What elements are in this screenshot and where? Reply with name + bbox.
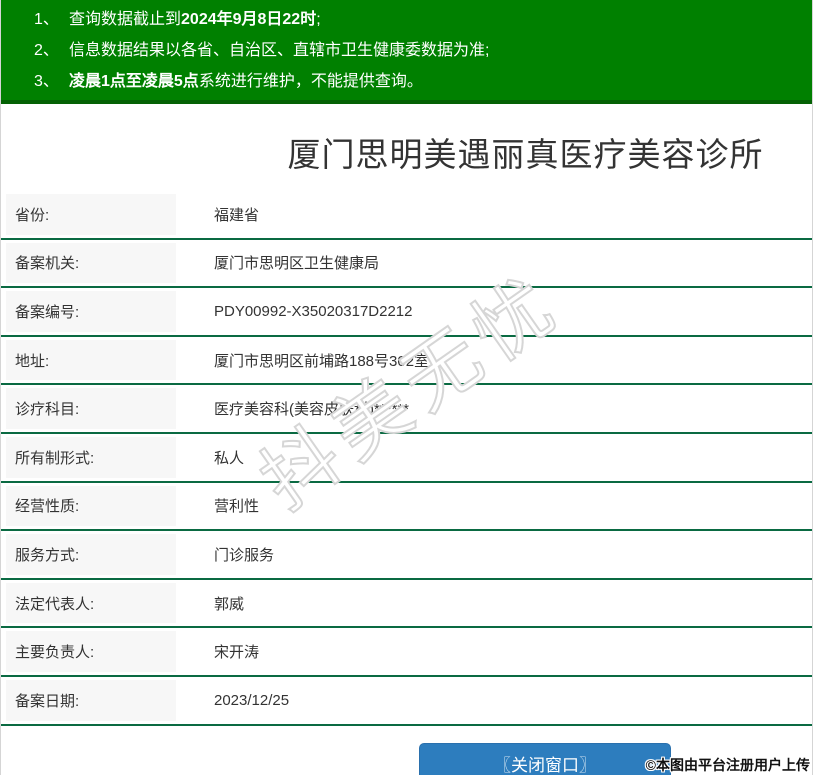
table-row-address: 地址: 厦门市思明区前埔路188号302室 <box>1 337 812 386</box>
row-value: 私人 <box>214 449 245 467</box>
row-value: 福建省 <box>214 206 260 224</box>
row-value: PDY00992-X35020317D2212 <box>214 302 413 320</box>
row-value: 厦门市思明区前埔路188号302室 <box>214 352 430 370</box>
row-value: 郭威 <box>214 595 245 613</box>
notice-line-text: 信息数据结果以各省、自治区、直辖市卫生健康委数据为准; <box>69 42 490 59</box>
notice-line-text: 查询数据截止到 <box>69 11 182 28</box>
row-label: 备案机关: <box>6 242 176 284</box>
notice-line-tail: 系统进行维护，不能提供查询。 <box>198 73 423 90</box>
row-value: 厦门市思明区卫生健康局 <box>214 255 380 273</box>
notice-line-number: 1、 <box>34 11 59 28</box>
page-title: 厦门思明美遇丽真医疗美容诊所 <box>287 136 764 173</box>
backup-record-page: 1、 查询数据截止到2024年9月8日22时; 2、 信息数据结果以各省、自治区、直… <box>0 0 813 775</box>
notice-line-bold: 2024年9月8日22时 <box>181 11 317 28</box>
row-label: 备案编号: <box>6 291 176 332</box>
row-label: 地址: <box>6 339 176 381</box>
row-value: 营利性 <box>214 498 260 516</box>
table-row-service-mode: 服务方式: 门诊服务 <box>1 531 812 580</box>
row-label: 备案日期: <box>6 679 176 721</box>
detail-table: 省份: 福建省 备案机关: 厦门市思明区卫生健康局 备案编号: PDY00992… <box>1 191 812 726</box>
row-value: 宋开涛 <box>214 644 260 662</box>
row-value: 门诊服务 <box>214 546 275 564</box>
row-label: 主要负责人: <box>6 631 176 672</box>
notice-line-tail: ; <box>316 11 321 28</box>
table-row-legal-representative: 法定代表人: 郭威 <box>1 580 812 629</box>
notice-line: 3、 凌晨1点至凌晨5点系统进行维护，不能提供查询。 <box>34 66 802 97</box>
row-label: 省份: <box>6 194 176 235</box>
table-row-person-in-charge: 主要负责人: 宋开涛 <box>1 628 812 677</box>
table-row-medical-subjects: 诊疗科目: 医疗美容科(美容皮肤科)****** <box>1 385 812 434</box>
table-row-filing-date: 备案日期: 2023/12/25 <box>1 677 812 726</box>
table-row-business-nature: 经营性质: 营利性 <box>1 483 812 532</box>
row-label: 所有制形式: <box>6 436 176 478</box>
notice-line-number: 3、 <box>34 73 59 90</box>
close-window-button[interactable]: 〖关闭窗口〗 <box>419 743 671 775</box>
notice-line: 2、 信息数据结果以各省、自治区、直辖市卫生健康委数据为准; <box>34 35 802 66</box>
notice-line-number: 2、 <box>34 42 59 59</box>
row-label: 经营性质: <box>6 485 176 527</box>
table-row-province: 省份: 福建省 <box>1 191 812 240</box>
notice-banner: 1、 查询数据截止到2024年9月8日22时; 2、 信息数据结果以各省、自治区、直… <box>1 0 812 104</box>
row-value: 医疗美容科(美容皮肤科)****** <box>214 401 410 419</box>
table-row-ownership: 所有制形式: 私人 <box>1 434 812 483</box>
row-value: 2023/12/25 <box>214 691 290 709</box>
table-row-filing-number: 备案编号: PDY00992-X35020317D2212 <box>1 288 812 337</box>
row-label: 法定代表人: <box>6 582 176 624</box>
notice-line-bold: 凌晨1点至凌晨5点 <box>69 73 199 90</box>
notice-line: 1、 查询数据截止到2024年9月8日22时; <box>34 4 802 35</box>
row-label: 服务方式: <box>6 534 176 575</box>
copyright-note: ©本图由平台注册用户上传 <box>645 757 810 773</box>
table-row-filing-authority: 备案机关: 厦门市思明区卫生健康局 <box>1 240 812 289</box>
row-label: 诊疗科目: <box>6 388 176 429</box>
